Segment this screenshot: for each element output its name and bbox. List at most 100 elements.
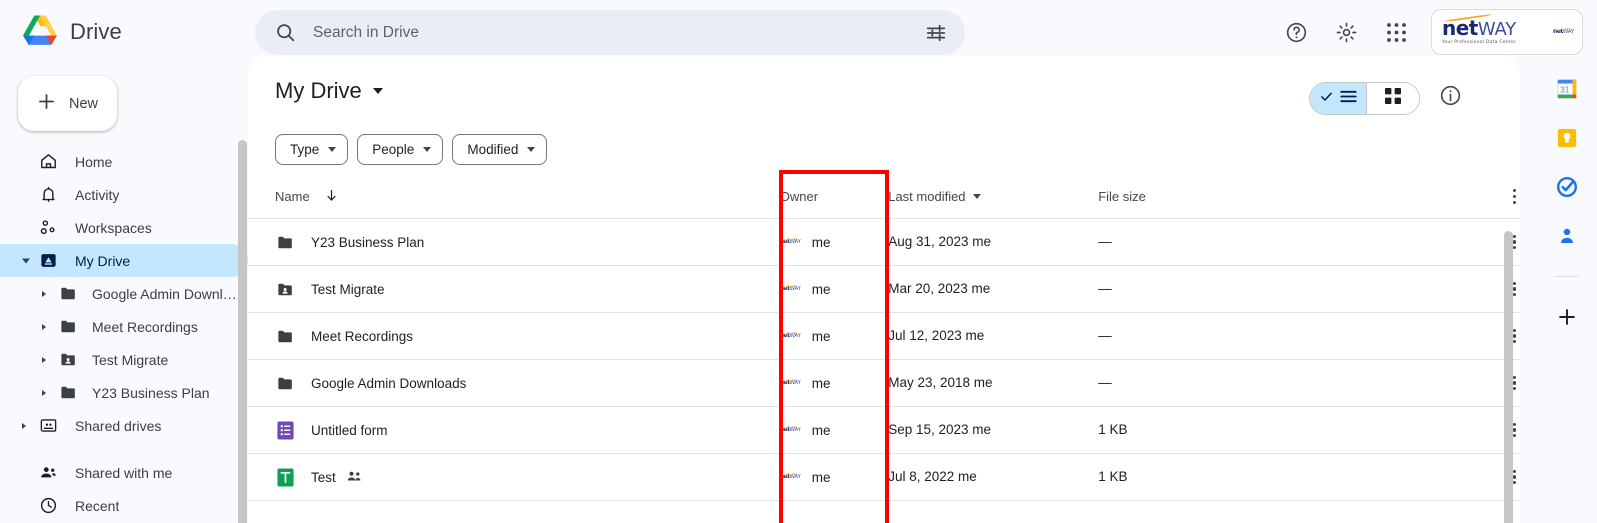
list-view-button[interactable] — [1310, 83, 1366, 114]
column-header-owner[interactable]: Owner — [780, 189, 818, 204]
file-size: 1 KB — [1098, 422, 1128, 437]
search-input[interactable] — [296, 23, 925, 42]
netway-avatar: net WAY — [779, 325, 801, 347]
folder-icon — [275, 326, 295, 346]
table-row[interactable]: Meet Recordings net WAY me Jul 12, 2023 m… — [248, 313, 1520, 360]
apps-grid-icon[interactable] — [1381, 17, 1411, 47]
search-bar[interactable] — [255, 10, 965, 55]
folder-icon — [58, 317, 78, 337]
search-options-icon[interactable] — [925, 22, 947, 44]
sidebar-item-recent[interactable]: Recent — [0, 489, 248, 522]
google-tasks-icon[interactable] — [1556, 176, 1578, 198]
owner-name: me — [811, 375, 831, 391]
table-row[interactable]: Test Migrate net WAY me Mar 20, 2023 me — — [248, 266, 1520, 313]
google-contacts-icon[interactable] — [1556, 225, 1578, 247]
sidebar-item-workspaces[interactable]: Workspaces — [0, 211, 248, 244]
last-modified: May 23, 2018 me — [888, 375, 993, 390]
owner-name: me — [811, 281, 831, 297]
filter-chip-label: Modified — [467, 142, 519, 157]
filter-chips: Type People Modified — [275, 134, 548, 165]
table-row[interactable]: Untitled form net WAY me Sep 15, 2023 me … — [248, 407, 1520, 454]
page-title-label: My Drive — [275, 78, 362, 103]
avatar[interactable]: net WAY — [1553, 27, 1574, 36]
last-modified: Sep 15, 2023 me — [888, 422, 992, 437]
netway-avatar: net WAY — [779, 372, 801, 394]
chevron-down-icon — [527, 147, 536, 152]
google-calendar-icon[interactable]: 31 — [1556, 78, 1578, 100]
new-button[interactable]: New — [18, 76, 117, 131]
sidebar-item-label: My Drive — [75, 252, 131, 269]
filter-chip-modified[interactable]: Modified — [452, 134, 548, 165]
owner-name: me — [811, 469, 831, 485]
column-header-file-size[interactable]: File size — [1098, 189, 1335, 204]
shared-people-icon — [347, 470, 362, 485]
last-modified: Aug 31, 2023 me — [888, 234, 992, 249]
table-row[interactable]: Y23 Business Plan net WAY me Aug 31, 2023… — [248, 219, 1520, 266]
owner-name: me — [811, 422, 831, 438]
column-header-last-modified[interactable]: Last modified — [888, 189, 1098, 204]
filter-chip-type[interactable]: Type — [275, 134, 349, 165]
sidebar-scrollbar[interactable] — [238, 140, 247, 523]
column-header-name[interactable]: Name — [275, 188, 339, 206]
search-icon — [275, 22, 296, 43]
sidebar-item-label: Google Admin Downl… — [92, 285, 237, 302]
more-vert-icon[interactable] — [1509, 185, 1520, 208]
sidebar-item-test-migrate[interactable]: Test Migrate — [0, 343, 248, 376]
netway-avatar: net WAY — [779, 466, 801, 488]
sidebar-item-google-admin-downloads[interactable]: Google Admin Downl… — [0, 277, 248, 310]
help-icon[interactable] — [1281, 17, 1311, 47]
sidebar-item-shared-with-me[interactable]: Shared with me — [0, 456, 248, 489]
gear-icon[interactable] — [1331, 17, 1361, 47]
folder-icon — [275, 373, 295, 393]
sidebar-item-activity[interactable]: Activity — [0, 178, 248, 211]
chevron-down-icon[interactable] — [372, 88, 383, 94]
sidebar-item-label: Shared with me — [75, 464, 173, 481]
people-icon — [38, 463, 58, 483]
netway-avatar: net WAY — [779, 231, 801, 253]
shared-drives-icon — [38, 416, 58, 436]
sidebar-item-label: Recent — [75, 497, 120, 514]
sidebar-item-my-drive[interactable]: My Drive — [0, 244, 248, 277]
plus-icon — [36, 91, 57, 117]
main-header: My Drive — [248, 56, 1520, 132]
sidebar-item-shared-drives[interactable]: Shared drives — [0, 409, 248, 442]
table-row[interactable]: Test net WAY me Jul 8, 2022 me 1 KB — [248, 454, 1520, 501]
home-icon — [38, 152, 58, 172]
chevron-down-icon — [423, 147, 432, 152]
chevron-right-icon[interactable] — [42, 356, 46, 363]
chevron-right-icon[interactable] — [42, 323, 46, 330]
left-sidebar: New Home Activity Workspaces My Drive Go… — [0, 64, 248, 523]
content-scrollbar[interactable] — [1504, 231, 1513, 523]
chevron-right-icon[interactable] — [42, 389, 46, 396]
netway-tagline: Your Professional Data Center — [1442, 40, 1517, 46]
check-icon — [1319, 89, 1334, 109]
brand-logo[interactable]: Drive — [0, 14, 250, 51]
page-title[interactable]: My Drive — [275, 78, 383, 104]
netway-avatar: net WAY — [779, 419, 801, 441]
chevron-right-icon[interactable] — [42, 290, 46, 297]
list-icon — [1340, 89, 1357, 109]
grid-view-button[interactable] — [1366, 83, 1419, 114]
sidebar-item-label: Activity — [75, 186, 120, 203]
add-shortcut-icon[interactable] — [1556, 306, 1578, 328]
info-icon[interactable] — [1439, 84, 1462, 112]
google-sheets-icon — [275, 467, 295, 487]
table-row[interactable]: Google Admin Downloads net WAY me May 23,… — [248, 360, 1520, 407]
file-size: — — [1098, 281, 1112, 296]
sidebar-item-meet-recordings[interactable]: Meet Recordings — [0, 310, 248, 343]
account-button[interactable]: net WAY Your Professional Data Center ne… — [1431, 9, 1583, 55]
chevron-right-icon[interactable] — [22, 422, 26, 429]
filter-chip-label: People — [372, 142, 415, 157]
chevron-down-icon — [328, 147, 337, 152]
file-name: Google Admin Downloads — [311, 375, 467, 391]
google-drive-window: Drive Search in Drive net WAY Your Profe… — [0, 0, 1597, 523]
right-side-panel: 31 — [1537, 56, 1597, 523]
filter-chip-people[interactable]: People — [357, 134, 444, 165]
folder-shared-icon — [275, 279, 295, 299]
folder-icon — [275, 232, 295, 252]
main-panel: My Drive Name Owner Last modified File s… — [248, 56, 1520, 523]
sidebar-item-home[interactable]: Home — [0, 145, 248, 178]
google-keep-icon[interactable] — [1556, 127, 1578, 149]
sidebar-item-y23-business-plan[interactable]: Y23 Business Plan — [0, 376, 248, 409]
chevron-down-icon[interactable] — [22, 258, 30, 263]
